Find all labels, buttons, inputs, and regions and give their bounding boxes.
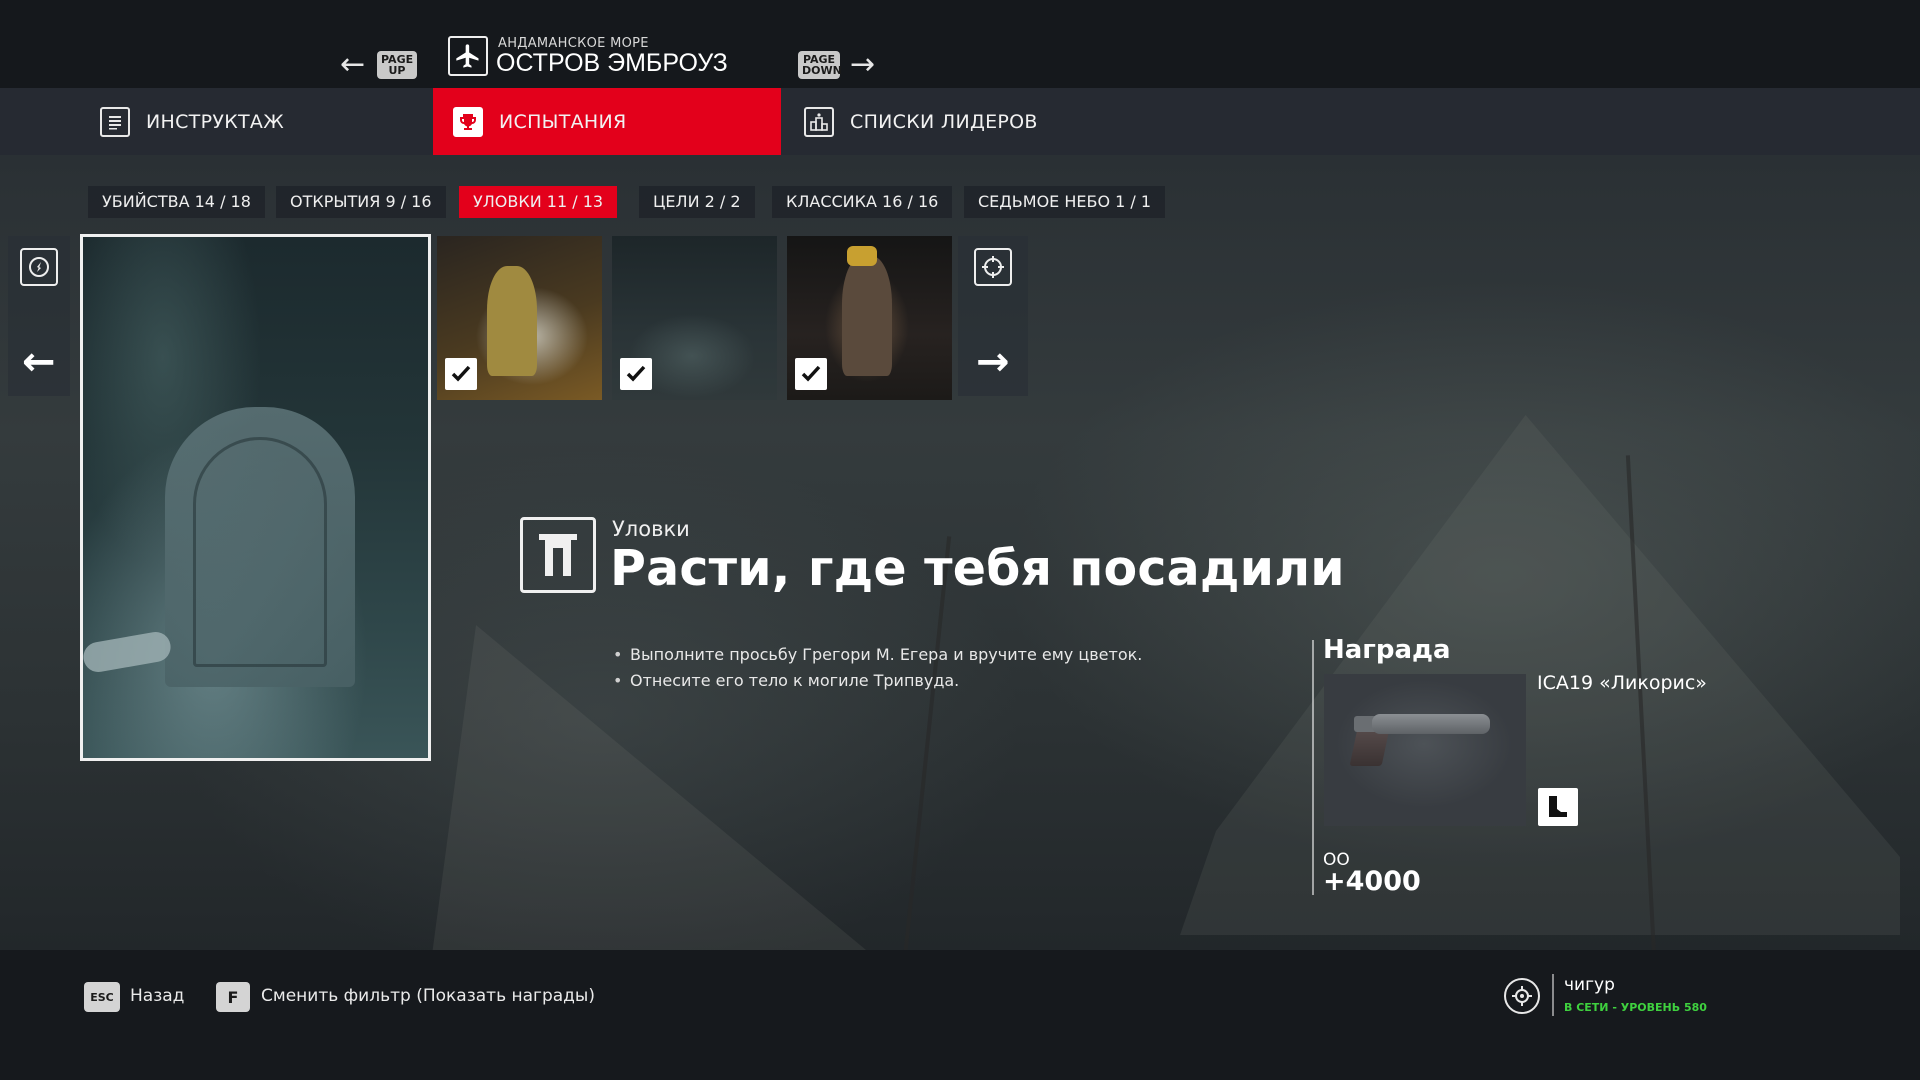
- f-key[interactable]: F: [216, 982, 250, 1012]
- briefing-icon: [100, 106, 130, 137]
- carousel-next-arrow-icon[interactable]: →: [976, 342, 1010, 382]
- top-bar: ← PAGE UP АНДАМАНСКОЕ МОРЕ ОСТРОВ ЭМБРОУ…: [0, 0, 1920, 88]
- tab-briefing-label: ИНСТРУКТАЖ: [146, 110, 284, 133]
- feats-category-icon: [520, 517, 596, 593]
- reward-item-name: ICA19 «Ликорис»: [1537, 672, 1707, 694]
- checkmark-icon: [795, 358, 827, 390]
- challenge-category: Уловки: [612, 517, 690, 541]
- filter-tab-seventh-heaven[interactable]: СЕДЬМОЕ НЕБО 1 / 1: [964, 186, 1166, 218]
- change-filter-label[interactable]: Сменить фильтр (Показать награды): [261, 986, 595, 1006]
- figure: [487, 266, 537, 376]
- tab-leaderboards-label: СПИСКИ ЛИДЕРОВ: [850, 110, 1038, 133]
- reward-weapon-image: [1324, 674, 1526, 826]
- filter-tab-targets[interactable]: ЦЕЛИ 2 / 2: [639, 186, 755, 218]
- gravestone-frame: [193, 437, 327, 667]
- xp-value: +4000: [1323, 866, 1421, 897]
- location-name: ОСТРОВ ЭМБРОУЗ: [496, 49, 728, 77]
- challenge-description: Выполните просьбу Грегори М. Егера и вру…: [613, 642, 1142, 694]
- checkmark-icon: [445, 358, 477, 390]
- page-down-key-line2: DOWN: [802, 64, 842, 77]
- checkmark-icon: [620, 358, 652, 390]
- arrow-right-icon[interactable]: →: [850, 50, 875, 80]
- challenge-thumbnail-2[interactable]: [612, 236, 777, 400]
- filter-tab-kills[interactable]: УБИЙСТВА 14 / 18: [88, 186, 265, 218]
- filter-tab-feats[interactable]: УЛОВКИ 11 / 13: [459, 186, 618, 218]
- page-up-key-line2: UP: [388, 64, 406, 77]
- challenge-thumbnail-3[interactable]: [787, 236, 952, 400]
- profile-name: чигур: [1564, 975, 1615, 995]
- right-carousel-controls: →: [958, 236, 1028, 396]
- challenge-step: Выполните просьбу Грегори М. Егера и вру…: [613, 642, 1142, 668]
- tab-challenges-label: ИСПЫТАНИЯ: [499, 110, 627, 133]
- figure-headscarf: [847, 246, 877, 266]
- carousel-prev-arrow-icon[interactable]: ←: [22, 342, 56, 382]
- back-label[interactable]: Назад: [130, 986, 184, 1006]
- arrow-left-icon[interactable]: ←: [340, 50, 365, 80]
- tab-leaderboards[interactable]: СПИСКИ ЛИДЕРОВ: [804, 88, 1134, 155]
- page-up-key[interactable]: PAGE UP: [377, 51, 417, 79]
- profile-divider: [1552, 974, 1554, 1016]
- main-tabs: ИНСТРУКТАЖ ИСПЫТАНИЯ СПИСКИ ЛИДЕРОВ: [0, 88, 1920, 155]
- tab-challenges[interactable]: ИСПЫТАНИЯ: [433, 88, 781, 155]
- page-down-key[interactable]: PAGE DOWN: [798, 51, 842, 79]
- compass-icon[interactable]: [20, 248, 58, 286]
- airplane-icon: [448, 36, 488, 76]
- bottom-bar: [0, 950, 1920, 1080]
- trophy-icon: [453, 106, 483, 137]
- leaderboard-icon: [804, 106, 834, 137]
- profile-status: В СЕТИ - УРОВЕНЬ 580: [1564, 1001, 1707, 1014]
- challenge-step: Отнесите его тело к могиле Трипвуда.: [613, 668, 1142, 694]
- figure: [842, 256, 892, 376]
- profile-emblem-icon[interactable]: [1504, 978, 1540, 1014]
- challenge-title: Расти, где тебя посадили: [610, 540, 1345, 597]
- selected-challenge-image[interactable]: [80, 234, 431, 761]
- challenge-thumbnail-1[interactable]: [437, 236, 602, 400]
- reward-heading: Награда: [1323, 635, 1451, 665]
- filter-tab-classics[interactable]: КЛАССИКА 16 / 16: [772, 186, 953, 218]
- crosshair-icon[interactable]: [974, 248, 1012, 286]
- filter-tab-discoveries[interactable]: ОТКРЫТИЯ 9 / 16: [276, 186, 446, 218]
- challenges-screen: ← PAGE UP АНДАМАНСКОЕ МОРЕ ОСТРОВ ЭМБРОУ…: [0, 0, 1920, 1080]
- left-carousel-controls: ←: [8, 236, 70, 396]
- reward-divider: [1312, 640, 1314, 895]
- esc-key[interactable]: ESC: [84, 982, 120, 1012]
- tab-briefing[interactable]: ИНСТРУКТАЖ: [100, 88, 430, 155]
- pistol-silencer: [1372, 714, 1490, 734]
- boot-icon: [1538, 788, 1578, 826]
